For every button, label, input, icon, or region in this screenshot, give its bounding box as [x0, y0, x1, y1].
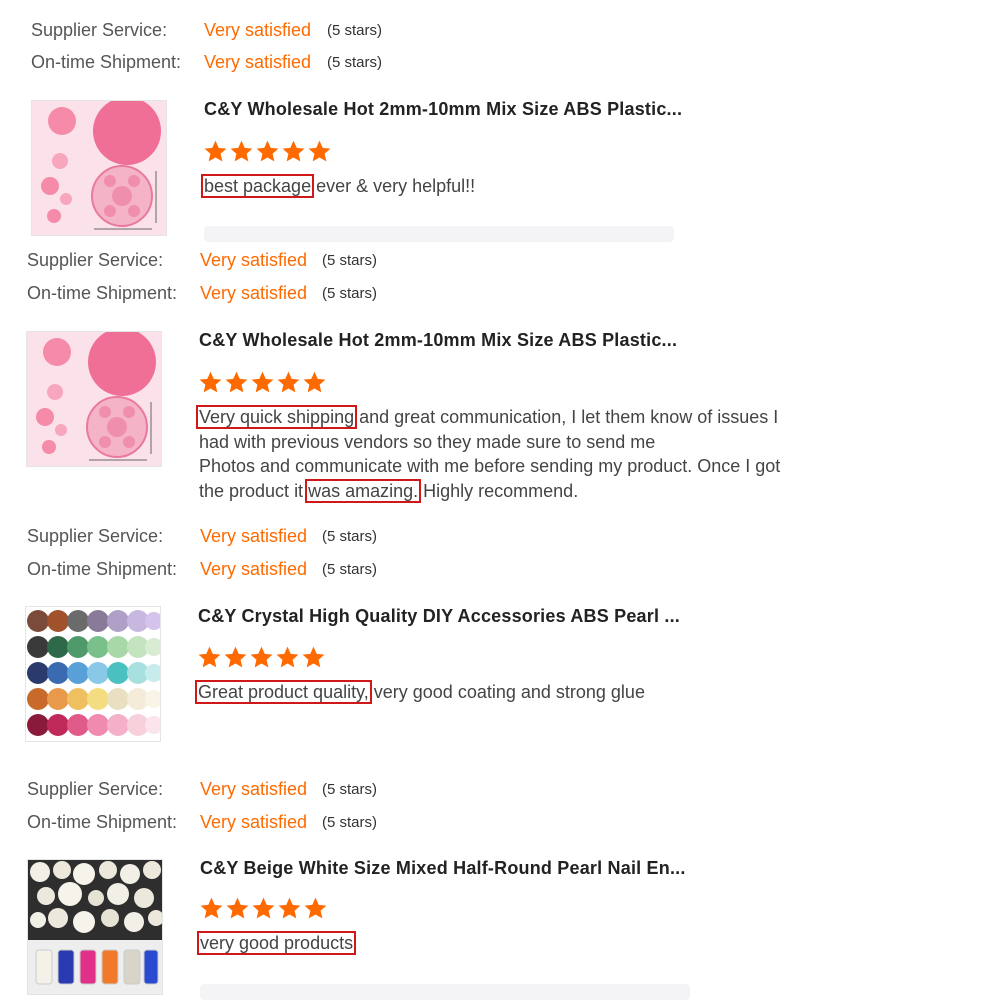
review-text: Great product quality, very good coating… [195, 680, 645, 705]
star-icon [276, 370, 301, 395]
supplier-service-rating: Supplier Service: Very satisfied (5 star… [27, 246, 427, 274]
ontime-shipment-value: Very satisfied [200, 812, 308, 832]
divider [200, 984, 690, 1000]
product-title[interactable]: C&Y Wholesale Hot 2mm-10mm Mix Size ABS … [204, 99, 682, 120]
review-text-segment: Photos and communicate with me before se… [199, 456, 781, 476]
star-icon [275, 645, 300, 670]
color-pearls-image [26, 607, 160, 741]
star-rating [203, 139, 332, 167]
supplier-service-label: Supplier Service: [27, 779, 164, 799]
ontime-shipment-rating: On-time Shipment: Very satisfied (5 star… [27, 808, 427, 836]
supplier-service-rating: Supplier Service: Very satisfied (5 star… [27, 775, 427, 803]
ontime-shipment-label: On-time Shipment: [31, 52, 182, 72]
review-line: had with previous vendors so they made s… [199, 430, 780, 455]
review-text-segment: had with previous vendors so they made s… [199, 431, 656, 452]
product-thumbnail[interactable] [26, 331, 162, 467]
ontime-shipment-value: Very satisfied [200, 283, 308, 303]
product-thumbnail[interactable] [25, 606, 161, 742]
star-rating [198, 370, 327, 398]
supplier-service-value: Very satisfied [200, 779, 308, 799]
review-text: best package ever & very helpful!! [201, 174, 476, 199]
star-icon [198, 370, 223, 395]
supplier-service-label: Supplier Service: [31, 20, 168, 40]
review-text: very good products [197, 931, 357, 956]
highlighted-phrase: Great product quality, [195, 680, 372, 704]
highlighted-phrase: was amazing. [305, 478, 422, 503]
ontime-shipment-value: Very satisfied [204, 52, 312, 72]
supplier-service-note: (5 stars) [327, 22, 383, 39]
product-title[interactable]: C&Y Crystal High Quality DIY Accessories… [198, 606, 680, 627]
review-text-segment: Highly recommend. [418, 480, 579, 501]
star-icon [251, 896, 276, 921]
review-line: Photos and communicate with me before se… [199, 454, 780, 479]
star-icon [303, 896, 328, 921]
ontime-shipment-label: On-time Shipment: [27, 812, 178, 832]
ontime-shipment-note: (5 stars) [322, 285, 378, 302]
product-thumbnail[interactable] [27, 859, 163, 995]
supplier-service-value: Very satisfied [204, 20, 312, 40]
divider [204, 226, 674, 242]
white-pearls-image [28, 860, 162, 994]
ontime-shipment-note: (5 stars) [322, 814, 378, 831]
star-icon [223, 645, 248, 670]
star-icon [281, 139, 306, 164]
ontime-shipment-value: Very satisfied [200, 559, 308, 579]
star-icon [203, 139, 228, 164]
ontime-shipment-note: (5 stars) [322, 561, 378, 578]
highlighted-phrase: very good products [197, 931, 357, 955]
supplier-service-label: Supplier Service: [27, 526, 164, 546]
supplier-service-rating: Supplier Service: Very satisfied (5 star… [31, 16, 431, 44]
review-line: Very quick shipping and great communicat… [196, 405, 780, 430]
ontime-shipment-rating: On-time Shipment: Very satisfied (5 star… [31, 48, 431, 76]
star-icon [250, 370, 275, 395]
product-thumbnail[interactable] [31, 100, 167, 236]
review-text-segment: the product it [199, 480, 309, 501]
star-icon [255, 139, 280, 164]
highlighted-phrase: Very quick shipping [196, 405, 358, 429]
ontime-shipment-label: On-time Shipment: [27, 283, 178, 303]
star-rating [199, 896, 328, 924]
star-icon [307, 139, 332, 164]
star-icon [302, 370, 327, 395]
ontime-shipment-rating: On-time Shipment: Very satisfied (5 star… [27, 279, 427, 307]
star-icon [301, 645, 326, 670]
supplier-service-label: Supplier Service: [27, 250, 164, 270]
star-icon [225, 896, 250, 921]
review-text: Very quick shipping and great communicat… [196, 405, 780, 504]
supplier-service-value: Very satisfied [200, 250, 308, 270]
review-text-segment: ever & very helpful!! [311, 176, 476, 196]
star-icon [249, 645, 274, 670]
product-title[interactable]: C&Y Beige White Size Mixed Half-Round Pe… [200, 858, 686, 879]
supplier-service-value: Very satisfied [200, 526, 308, 546]
supplier-service-note: (5 stars) [322, 252, 378, 269]
supplier-service-rating: Supplier Service: Very satisfied (5 star… [27, 522, 427, 550]
pink-beads-image [27, 332, 161, 466]
star-icon [224, 370, 249, 395]
star-icon [277, 896, 302, 921]
review-text-segment: very good coating and strong glue [368, 682, 645, 702]
product-title[interactable]: C&Y Wholesale Hot 2mm-10mm Mix Size ABS … [199, 330, 677, 351]
supplier-service-note: (5 stars) [322, 781, 378, 798]
star-icon [199, 896, 224, 921]
ontime-shipment-rating: On-time Shipment: Very satisfied (5 star… [27, 555, 427, 583]
ontime-shipment-label: On-time Shipment: [27, 559, 178, 579]
review-line: the product it was amazing. Highly recom… [199, 478, 780, 504]
star-icon [229, 139, 254, 164]
supplier-service-note: (5 stars) [322, 528, 378, 545]
pink-beads-image [32, 101, 166, 235]
highlighted-phrase: best package [201, 174, 315, 198]
ontime-shipment-note: (5 stars) [327, 54, 383, 71]
star-icon [197, 645, 222, 670]
review-text-segment: and great communication, I let them know… [354, 407, 779, 427]
star-rating [197, 645, 326, 673]
